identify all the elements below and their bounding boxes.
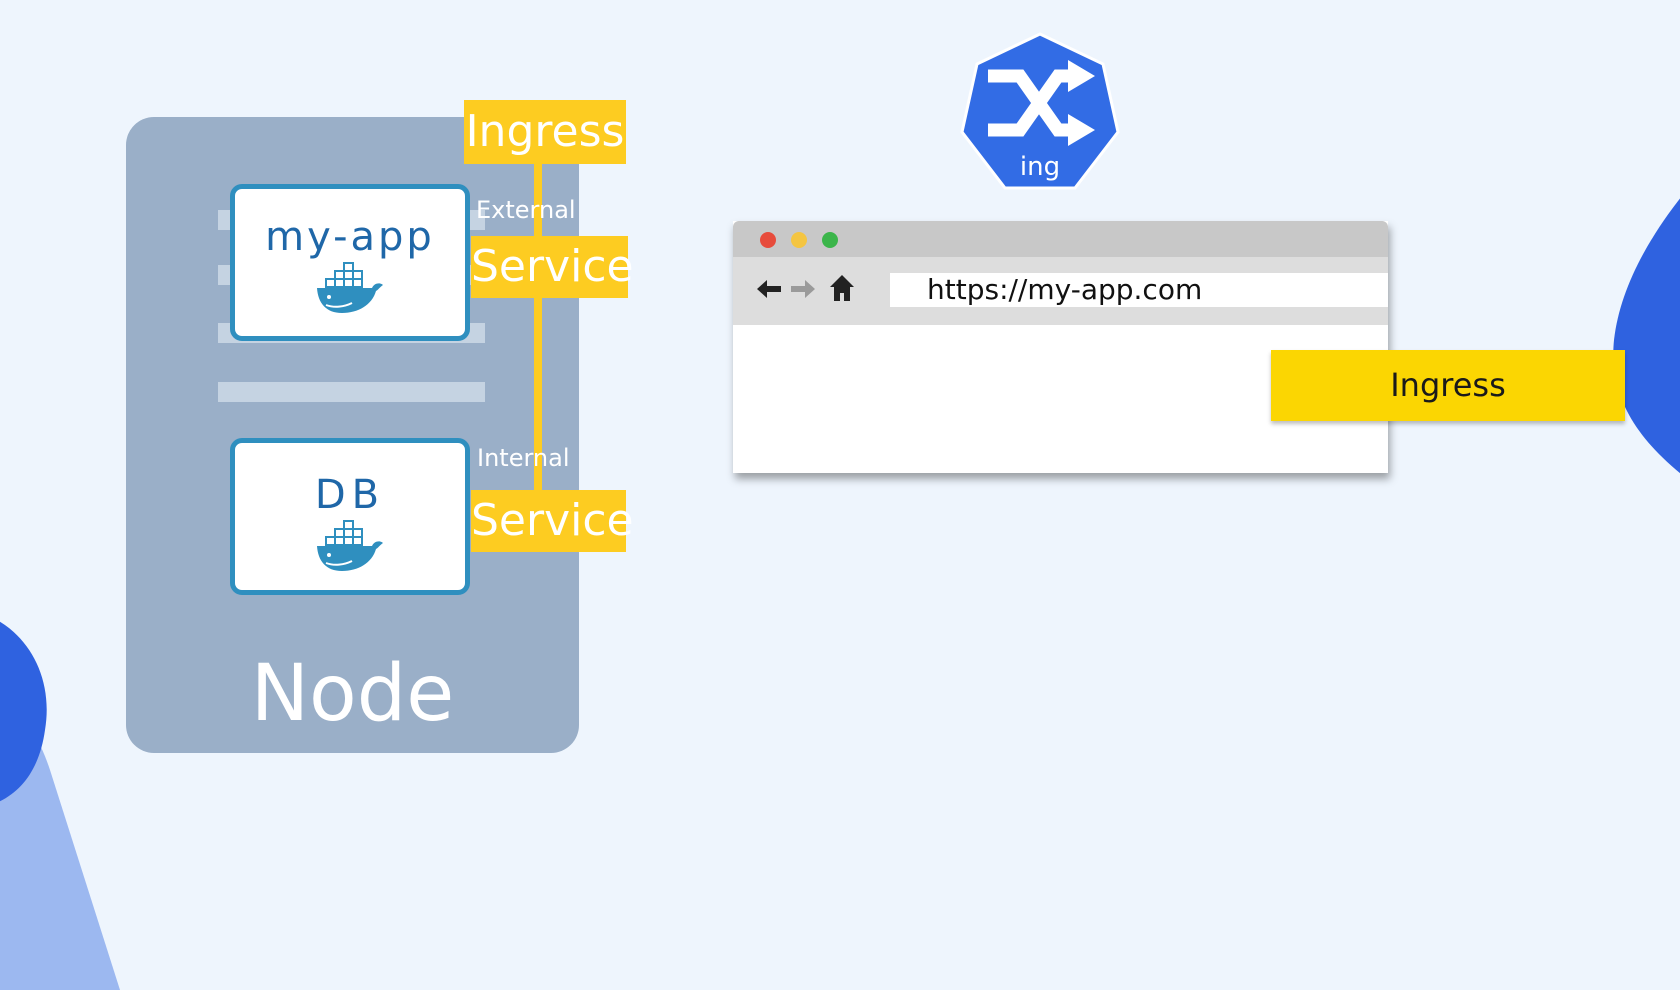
- decorative-blob-left: [0, 621, 47, 802]
- back-arrow-icon[interactable]: [755, 277, 783, 301]
- node-stripe: [218, 382, 485, 402]
- browser-window: https://my-app.com: [733, 221, 1388, 473]
- ingress-tag[interactable]: Ingress: [1271, 350, 1625, 421]
- node-label: Node: [250, 649, 455, 739]
- ingress-label[interactable]: Ingress: [464, 100, 626, 164]
- pod-db[interactable]: DB: [230, 438, 470, 595]
- docker-whale-icon: [317, 520, 383, 571]
- address-bar[interactable]: https://my-app.com: [890, 273, 1388, 307]
- docker-whale-icon: [317, 262, 383, 313]
- pod-name: my-app: [265, 214, 435, 260]
- pod-my-app[interactable]: my-app: [230, 184, 470, 341]
- ingress-icon-text: ing: [1020, 152, 1060, 182]
- ingress-shuffle-icon: ing: [960, 32, 1120, 190]
- forward-arrow-icon[interactable]: [789, 277, 817, 301]
- home-icon[interactable]: [829, 273, 855, 303]
- minimize-window-dot[interactable]: [791, 232, 807, 248]
- external-label: External: [476, 196, 576, 224]
- close-window-dot[interactable]: [760, 232, 776, 248]
- internal-label: Internal: [477, 444, 570, 472]
- external-service-label[interactable]: Service: [471, 236, 634, 298]
- decorative-blob-right: [1613, 198, 1680, 474]
- maximize-window-dot[interactable]: [822, 232, 838, 248]
- internal-service-label[interactable]: Service: [471, 490, 634, 552]
- pod-name: DB: [314, 472, 386, 518]
